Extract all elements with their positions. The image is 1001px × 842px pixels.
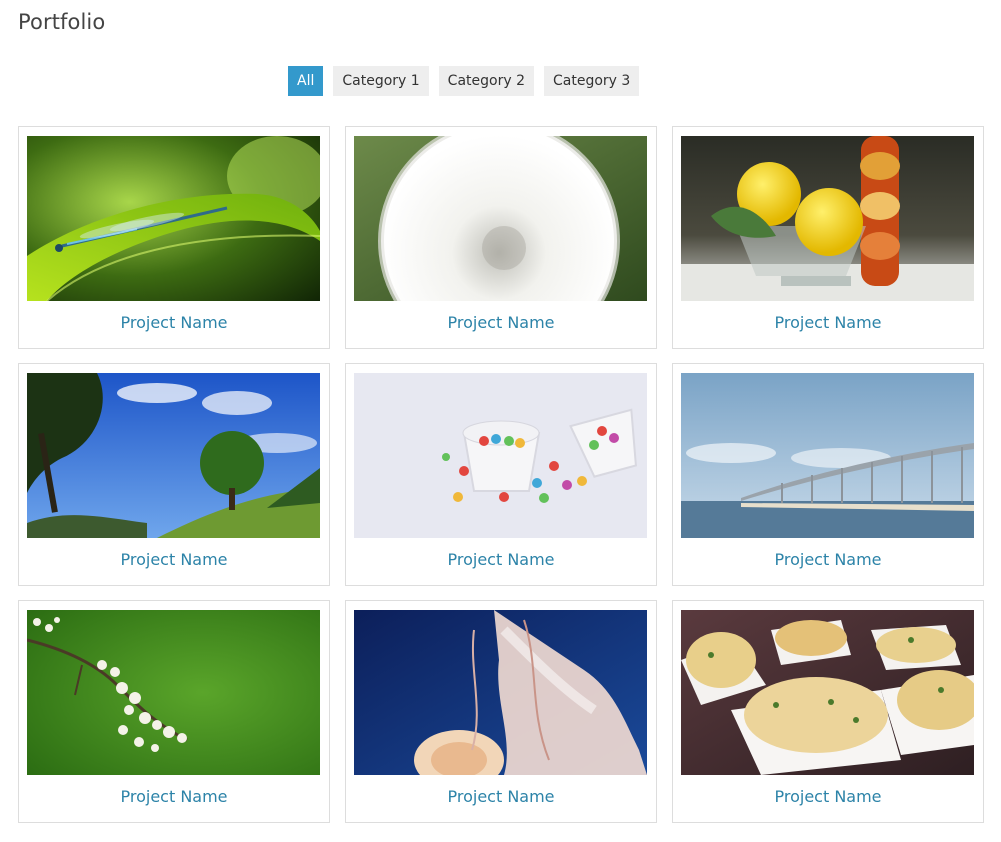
pastries-in-paper-cups-image[interactable] [681,610,974,775]
dragonfly-on-leaf-image[interactable] [27,136,320,301]
project-name-link[interactable]: Project Name [27,787,321,806]
portfolio-item[interactable]: Project Name [345,126,657,349]
project-name-link[interactable]: Project Name [681,550,975,569]
project-name-link[interactable]: Project Name [27,313,321,332]
project-name-link[interactable]: Project Name [354,787,648,806]
bridge-over-sea-image[interactable] [681,373,974,538]
project-name-link[interactable]: Project Name [27,550,321,569]
portfolio-item[interactable]: Project Name [345,600,657,823]
category-filter-bar: All Category 1 Category 2 Category 3 [288,66,640,96]
project-name-link[interactable]: Project Name [681,787,975,806]
dandelion-seed-head-image[interactable] [354,136,647,301]
portfolio-item[interactable]: Project Name [18,600,330,823]
filter-all-button[interactable]: All [288,66,324,96]
portfolio-item[interactable]: Project Name [672,363,984,586]
portfolio-item[interactable]: Project Name [345,363,657,586]
tree-on-hill-blue-sky-image[interactable] [27,373,320,538]
portfolio-page: Portfolio All Category 1 Category 2 Cate… [0,0,1001,842]
project-name-link[interactable]: Project Name [681,313,975,332]
portfolio-grid: Project Name Project Name Project Name P… [18,126,984,823]
project-name-link[interactable]: Project Name [354,313,648,332]
candy-eggs-baskets-image[interactable] [354,373,647,538]
portfolio-item[interactable]: Project Name [18,126,330,349]
filter-category-2-button[interactable]: Category 2 [438,66,534,96]
project-name-link[interactable]: Project Name [354,550,648,569]
page-title: Portfolio [18,10,106,34]
jellyfish-image[interactable] [354,610,647,775]
portfolio-item[interactable]: Project Name [672,600,984,823]
lemons-in-glass-bowl-image[interactable] [681,136,974,301]
portfolio-item[interactable]: Project Name [672,126,984,349]
filter-category-3-button[interactable]: Category 3 [543,66,640,96]
portfolio-item[interactable]: Project Name [18,363,330,586]
blossom-branch-image[interactable] [27,610,320,775]
filter-category-1-button[interactable]: Category 1 [333,66,429,96]
